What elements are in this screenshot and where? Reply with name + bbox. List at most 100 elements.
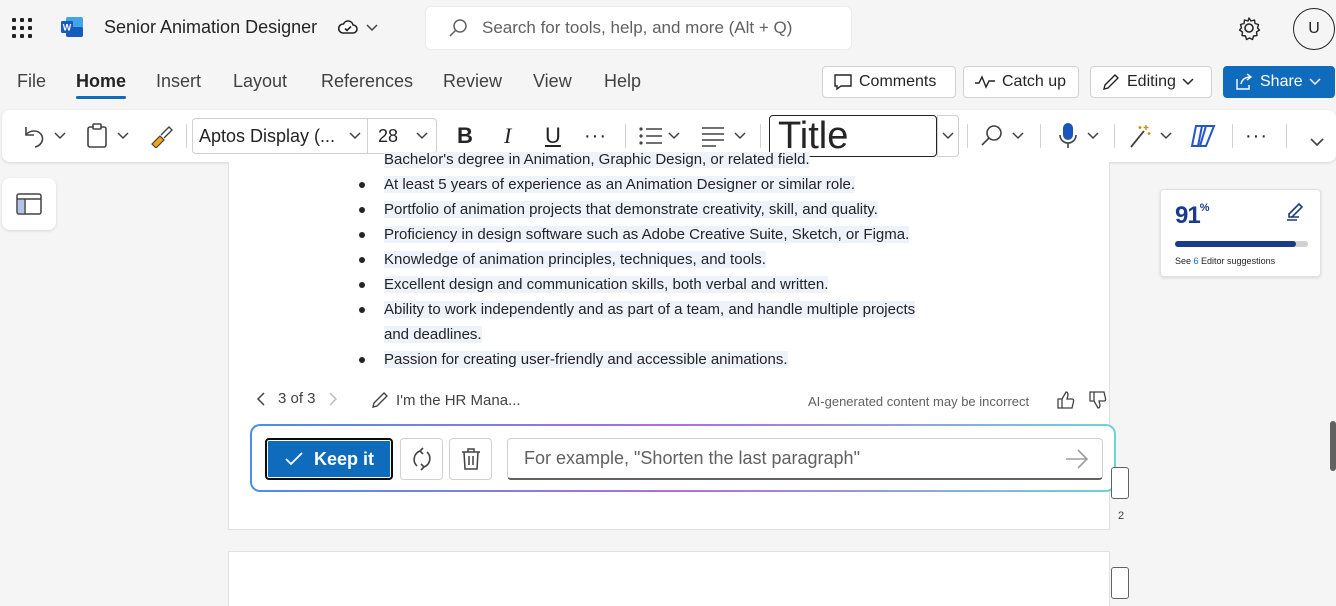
page-thumbnail-marker[interactable] [1111,467,1129,499]
list-item[interactable]: Knowledge of animation principles, techn… [359,247,766,272]
send-arrow-icon[interactable] [1064,448,1090,470]
more-options-button[interactable]: ··· [1245,110,1268,162]
undo-dropdown[interactable] [54,110,66,162]
tab-file[interactable]: File [17,71,46,92]
draft-pager: 3 of 3 [256,390,338,407]
share-label: Share [1260,73,1303,90]
list-item[interactable]: Portfolio of animation projects that dem… [359,197,878,222]
chevron-down-icon [349,132,361,140]
dictate-dropdown[interactable] [1087,110,1099,162]
clipboard-icon [87,123,107,148]
tab-review[interactable]: Review [443,71,502,92]
designer-button[interactable] [1128,110,1152,162]
comments-button[interactable]: Comments [822,66,956,98]
font-name-select[interactable]: Aptos Display (... [192,118,368,154]
vertical-scrollbar[interactable] [1330,421,1336,471]
catch-up-label: Catch up [1002,73,1067,90]
expand-ribbon-button[interactable] [1310,116,1324,168]
find-button[interactable] [979,110,1005,162]
list-item[interactable]: Ability to work independently and as par… [358,297,916,322]
chevron-down-icon [668,132,680,140]
chevron-down-icon [1087,132,1099,140]
list-item[interactable]: Excellent design and communication skill… [358,272,829,297]
search-icon [981,125,1002,146]
trash-icon [461,448,480,470]
refresh-icon [412,447,431,471]
app-launcher-icon[interactable] [12,18,34,38]
find-dropdown[interactable] [1012,110,1024,162]
undo-icon [25,127,44,148]
tab-references[interactable]: References [321,71,413,92]
keep-it-button[interactable]: Keep it [265,438,393,480]
pencil-icon [372,392,388,408]
document-page-next[interactable] [228,551,1110,606]
document-title[interactable]: Senior Animation Designer [104,17,317,38]
format-painter-button[interactable] [148,110,174,162]
navigation-pane-button[interactable] [2,178,56,230]
regenerate-button[interactable] [400,438,443,480]
prompt-preview: I'm the HR Mana... [396,391,521,409]
chevron-right-icon[interactable] [328,391,338,407]
document-status[interactable] [338,17,378,39]
chevron-left-icon[interactable] [256,391,266,407]
bullet-list-icon [639,127,662,145]
style-gallery-current[interactable]: Title [769,115,937,157]
editor-score: 91% [1175,202,1209,229]
pulse-icon [975,75,995,89]
ai-disclaimer: AI-generated content may be incorrect [808,394,1030,409]
style-gallery-dropdown[interactable] [937,115,959,157]
font-name-value: Aptos Display (... [199,125,336,146]
paste-dropdown[interactable] [117,110,129,162]
list-item[interactable]: At least 5 years of experience as an Ani… [358,172,856,197]
user-avatar[interactable]: U [1293,8,1335,50]
title-bar: W Senior Animation Designer Search for t… [0,0,1336,56]
editing-mode-button[interactable]: Editing [1090,66,1212,98]
comments-label: Comments [859,73,937,90]
share-button[interactable]: Share [1223,66,1335,98]
tab-view[interactable]: View [533,71,572,92]
draft-pager-label: 3 of 3 [278,390,316,407]
copilot-button[interactable] [1188,110,1218,162]
search-input[interactable]: Search for tools, help, and more (Alt + … [425,6,852,50]
page-number: 2 [1118,510,1125,522]
undo-button[interactable] [20,110,48,162]
chevron-down-icon [734,132,746,140]
font-size-select[interactable]: 28 [367,118,437,154]
copilot-icon [1190,125,1216,147]
comment-icon [834,74,852,91]
designer-dropdown[interactable] [1160,110,1172,162]
paste-button[interactable] [86,110,108,162]
list-item[interactable]: Passion for creating user-friendly and a… [359,347,788,372]
magic-wand-icon [1130,125,1151,148]
editing-label: Editing [1127,73,1176,90]
share-icon [1236,73,1253,90]
chevron-down-icon [1309,78,1321,86]
microphone-icon [1059,123,1077,148]
chevron-down-icon [1160,132,1172,140]
discard-button[interactable] [449,438,492,480]
chevron-down-icon [366,24,378,32]
copilot-refine-input[interactable]: For example, "Shorten the last paragraph… [507,438,1103,480]
font-size-value: 28 [378,125,399,146]
dictate-button[interactable] [1057,110,1079,162]
page-thumbnail-marker[interactable] [1111,567,1129,599]
list-item[interactable]: Proficiency in design software such as A… [358,222,910,247]
tab-help[interactable]: Help [604,71,641,92]
thumbs-up-icon[interactable] [1056,390,1076,410]
catch-up-button[interactable]: Catch up [963,66,1079,98]
keep-it-label: Keep it [313,448,374,469]
pencil-icon [1103,74,1119,90]
tab-insert[interactable]: Insert [156,71,201,92]
edit-prompt-button[interactable]: I'm the HR Mana... [370,390,521,410]
editor-suggestions-link[interactable]: See 6 Editor suggestions [1175,256,1275,266]
settings-gear-icon[interactable] [1236,15,1262,41]
thumbs-down-icon[interactable] [1088,390,1108,410]
tab-home[interactable]: Home [76,71,127,99]
editor-score-card[interactable]: 91% See 6 Editor suggestions [1160,189,1321,277]
align-left-icon [702,127,724,147]
editor-score-bar [1175,241,1308,247]
list-item-continuation[interactable]: and deadlines. [384,322,482,347]
chevron-down-icon [416,132,428,140]
tab-layout[interactable]: Layout [233,71,287,92]
search-icon [449,19,467,37]
